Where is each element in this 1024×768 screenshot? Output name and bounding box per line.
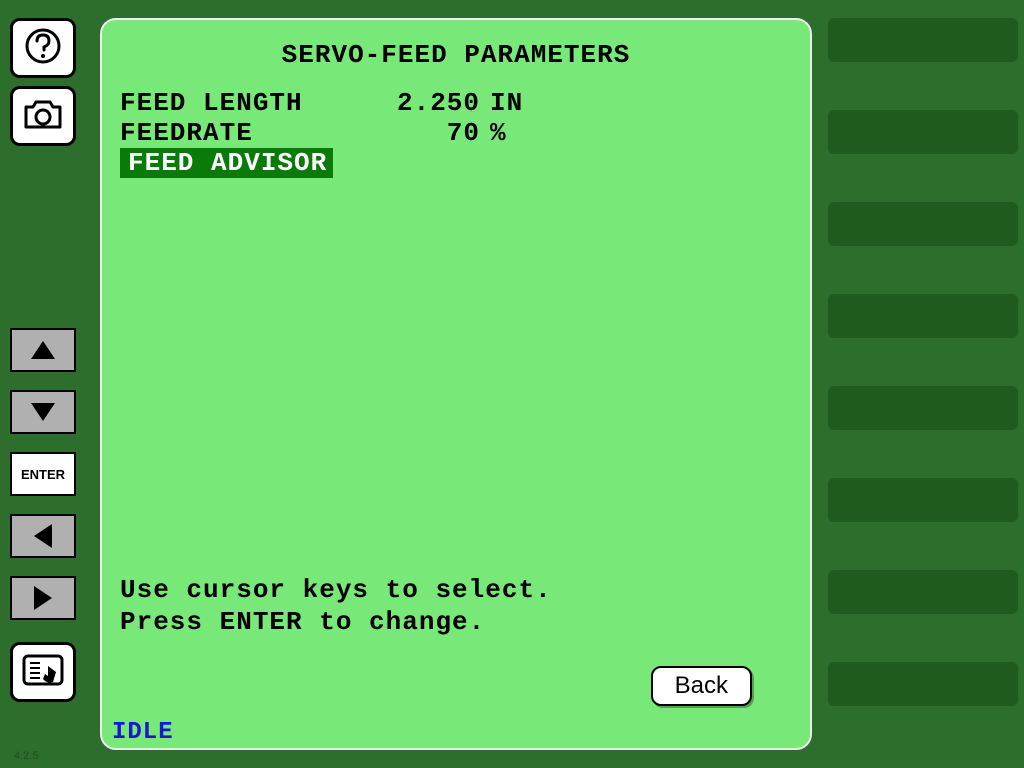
touchscreen-button[interactable] xyxy=(10,642,76,702)
back-button[interactable]: Back xyxy=(651,666,752,706)
question-icon xyxy=(23,26,63,71)
touchscreen-icon xyxy=(20,650,66,695)
cursor-right-button[interactable] xyxy=(10,576,76,620)
param-value: 2.250 xyxy=(370,88,480,118)
cursor-up-button[interactable] xyxy=(10,328,76,372)
enter-button[interactable]: ENTER xyxy=(10,452,76,496)
param-label-selected: FEED ADVISOR xyxy=(120,148,333,178)
softkey-slot[interactable] xyxy=(828,570,1018,614)
page-title: SERVO-FEED PARAMETERS xyxy=(112,30,800,88)
param-label: FEED LENGTH xyxy=(120,88,370,118)
param-feedrate[interactable]: FEEDRATE 70 % xyxy=(112,118,800,148)
arrow-up-icon xyxy=(31,341,55,359)
hint-line: Press ENTER to change. xyxy=(120,606,552,638)
machine-status: IDLE xyxy=(112,719,174,746)
arrow-right-icon xyxy=(34,586,52,610)
softkey-slot[interactable] xyxy=(828,662,1018,706)
softkey-slot[interactable] xyxy=(828,18,1018,62)
softkey-slot[interactable] xyxy=(828,478,1018,522)
arrow-left-icon xyxy=(34,524,52,548)
cursor-left-button[interactable] xyxy=(10,514,76,558)
param-feed-length[interactable]: FEED LENGTH 2.250 IN xyxy=(112,88,800,118)
param-feed-advisor[interactable]: FEED ADVISOR xyxy=(112,148,800,178)
softkey-slot[interactable] xyxy=(828,294,1018,338)
right-softkey-column xyxy=(828,18,1018,706)
param-label: FEEDRATE xyxy=(120,118,370,148)
cursor-down-button[interactable] xyxy=(10,390,76,434)
param-unit: % xyxy=(480,118,507,148)
help-button[interactable] xyxy=(10,18,76,78)
softkey-slot[interactable] xyxy=(828,110,1018,154)
version-label: 4.2.5 xyxy=(14,750,38,762)
hint-line: Use cursor keys to select. xyxy=(120,574,552,606)
camera-icon xyxy=(22,97,64,136)
softkey-slot[interactable] xyxy=(828,386,1018,430)
main-panel: SERVO-FEED PARAMETERS FEED LENGTH 2.250 … xyxy=(100,18,812,750)
screenshot-button[interactable] xyxy=(10,86,76,146)
help-hint: Use cursor keys to select. Press ENTER t… xyxy=(120,574,552,638)
param-value: 70 xyxy=(370,118,480,148)
param-unit: IN xyxy=(480,88,523,118)
arrow-down-icon xyxy=(31,403,55,421)
softkey-slot[interactable] xyxy=(828,202,1018,246)
